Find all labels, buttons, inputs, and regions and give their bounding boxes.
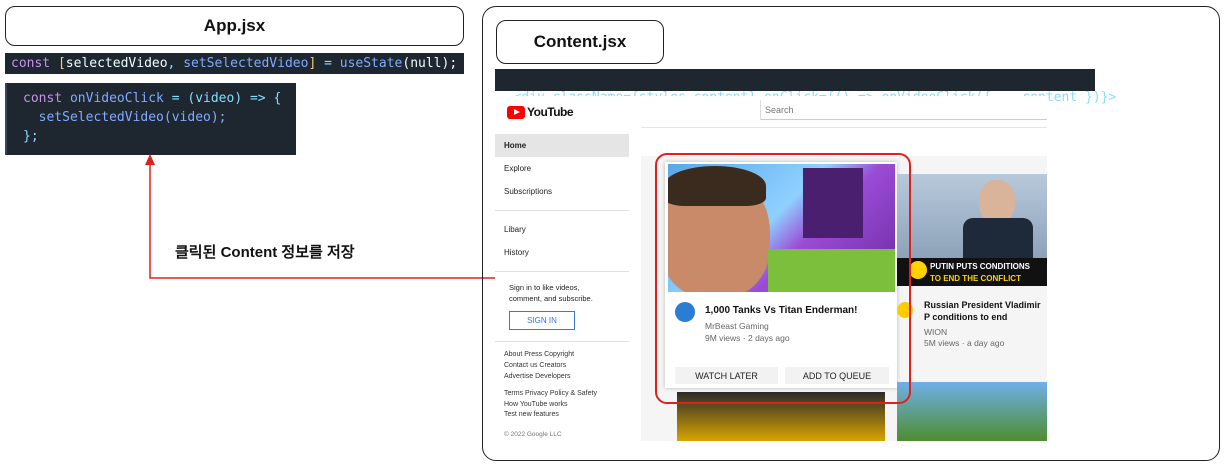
youtube-logo-text: YouTube — [527, 105, 574, 119]
sidebar-item-history[interactable]: History — [495, 246, 629, 260]
code-close: }; — [23, 129, 39, 144]
code-var-set-selected-video: setSelectedVideo — [183, 56, 309, 71]
jsx-code-line: <div className={styles.content} onClick=… — [495, 69, 1116, 105]
code-var-selected-video: selectedVideo — [65, 56, 168, 71]
footer-link-row[interactable]: How YouTube works — [504, 401, 568, 408]
code-use-state: useState — [339, 56, 403, 71]
code-const-keyword: const — [11, 56, 51, 71]
sidebar-item-label: History — [504, 248, 529, 257]
sidebar-divider — [495, 271, 629, 272]
handler-code-block: const onVideoClick = (video) => { setSel… — [5, 83, 296, 155]
content-jsx-title: Content.jsx — [496, 20, 664, 64]
footer-link-row[interactable]: Test new features — [504, 411, 559, 418]
sidebar-divider — [495, 341, 629, 342]
header-divider — [641, 127, 1047, 128]
footer-link-row[interactable]: Advertise Developers — [504, 373, 571, 380]
copyright: © 2022 Google LLC — [504, 431, 562, 438]
thumbnail-caption-2: TO END THE CONFLICT — [930, 274, 1021, 283]
signin-button[interactable]: SIGN IN — [509, 311, 575, 330]
footer-link-row[interactable]: Terms Privacy Policy & Safety — [504, 390, 597, 397]
sidebar-item-home[interactable]: Home — [495, 134, 629, 157]
app-jsx-title-text: App.jsx — [203, 16, 266, 35]
video-channel[interactable]: WION — [924, 327, 947, 337]
search-input[interactable]: Search — [760, 100, 1047, 120]
sidebar-divider — [495, 210, 629, 211]
sidebar-item-library[interactable]: Libary — [495, 223, 629, 237]
sidebar-item-subscriptions[interactable]: Subscriptions — [495, 185, 629, 199]
arrow-head — [145, 154, 155, 165]
sidebar-item-label: Libary — [504, 225, 526, 234]
sidebar-item-label: Home — [504, 141, 527, 150]
video-title[interactable]: Russian President Vladimir P conditions … — [924, 299, 1047, 323]
annotation-label: 클릭된 Content 정보를 저장 — [175, 244, 355, 261]
youtube-play-icon — [507, 105, 525, 119]
search-placeholder: Search — [765, 105, 794, 115]
highlight-frame — [655, 153, 911, 404]
code-arrow-fn: = (video) => { — [171, 91, 282, 106]
content-jsx-title-text: Content.jsx — [533, 32, 627, 51]
code-equals: = — [324, 56, 332, 71]
state-code-block: const [selectedVideo, setSelectedVideo] … — [5, 53, 464, 74]
video-thumbnail[interactable]: PUTIN PUTS CONDITIONS TO END THE CONFLIC… — [897, 174, 1047, 286]
thumbnail-caption-1: PUTIN PUTS CONDITIONS — [930, 262, 1031, 271]
footer-link-row[interactable]: About Press Copyright — [504, 351, 574, 358]
code-bracket: ] — [308, 56, 317, 71]
code-comma: , — [167, 56, 176, 71]
thumbnail-circle — [909, 261, 927, 279]
video-thumbnail[interactable] — [897, 382, 1047, 441]
code-set-call: setSelectedVideo(video); — [38, 110, 227, 125]
signin-prompt: Sign in to like videos, comment, and sub… — [509, 283, 593, 303]
code-bracket: [ — [57, 56, 66, 71]
app-jsx-title: App.jsx — [5, 6, 464, 46]
code-const-keyword: const — [23, 91, 63, 106]
footer-link-row[interactable]: Contact us Creators — [504, 362, 566, 369]
youtube-logo[interactable]: YouTube — [507, 105, 574, 119]
sidebar-item-explore[interactable]: Explore — [495, 162, 629, 176]
sidebar-item-label: Subscriptions — [504, 187, 553, 196]
thumbnail-suit — [963, 218, 1033, 258]
video-card[interactable]: PUTIN PUTS CONDITIONS TO END THE CONFLIC… — [897, 174, 1047, 354]
code-arg: (null); — [402, 56, 458, 71]
video-meta: 5M views · a day ago — [924, 338, 1005, 348]
code-fn-name: onVideoClick — [69, 91, 164, 106]
signin-button-label: SIGN IN — [527, 316, 557, 325]
sidebar-item-label: Explore — [504, 164, 532, 173]
